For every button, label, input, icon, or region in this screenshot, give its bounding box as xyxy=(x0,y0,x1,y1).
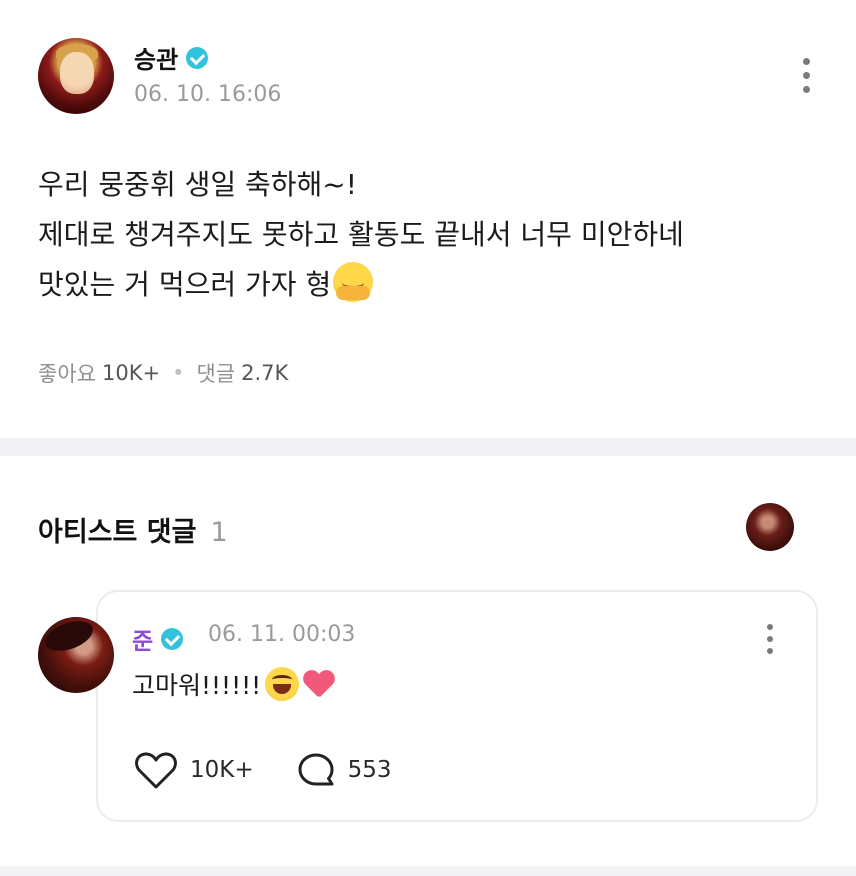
stats-separator: • xyxy=(172,361,185,385)
post-body: 우리 뭉중휘 생일 축하해~! 제대로 챙겨주지도 못하고 활동도 끝내서 너무… xyxy=(38,160,684,310)
post-more-icon[interactable] xyxy=(801,58,811,93)
comment-author-avatar[interactable] xyxy=(38,617,114,693)
comment-like-count: 10K+ xyxy=(190,757,254,783)
comment-reply-count: 553 xyxy=(347,757,392,783)
post-author[interactable]: 승관 xyxy=(134,40,209,75)
post-line-with-emoji: 맛있는 거 먹으러 가자 형 xyxy=(38,260,684,310)
post-author-name[interactable]: 승관 xyxy=(134,40,178,75)
avatar-hair xyxy=(41,617,97,657)
artist-comments-header: 아티스트 댓글 1 xyxy=(38,510,228,549)
section-divider xyxy=(0,438,856,456)
comment-author-name[interactable]: 준 xyxy=(132,622,153,656)
artist-comments-title: 아티스트 댓글 xyxy=(38,517,197,548)
verified-badge-icon xyxy=(161,628,184,650)
comments-label[interactable]: 댓글 xyxy=(196,358,235,388)
avatar-face xyxy=(60,52,94,94)
post-card: 승관 06. 10. 16:06 우리 뭉중휘 생일 축하해~! 제대로 챙겨주… xyxy=(0,0,856,438)
comment-actions: 10K+ 553 xyxy=(134,750,392,790)
comment-timestamp: 06. 11. 00:03 xyxy=(208,622,356,647)
artist-comments-count: 1 xyxy=(210,517,228,548)
post-line: 우리 뭉중휘 생일 축하해~! xyxy=(38,168,357,201)
grinning-squinting-emoji-icon xyxy=(265,667,300,701)
likes-count: 10K+ xyxy=(101,361,161,385)
post-line: 제대로 챙겨주지도 못하고 활동도 끝내서 너무 미안하네 xyxy=(38,218,684,251)
hugging-face-emoji-icon xyxy=(333,262,374,302)
like-button[interactable]: 10K+ xyxy=(134,750,254,790)
pink-heart-emoji-icon xyxy=(303,669,335,699)
heart-icon[interactable] xyxy=(134,750,178,790)
post-stats: 좋아요 10K+ • 댓글 2.7K xyxy=(38,358,288,388)
comments-count[interactable]: 2.7K xyxy=(241,361,288,385)
comment-text-body: 고마워!!!!!! xyxy=(132,671,262,700)
post-line: 맛있는 거 먹으러 가자 형 xyxy=(38,268,332,301)
comment-text: 고마워!!!!!! xyxy=(132,666,335,702)
comment-author[interactable]: 준 xyxy=(132,622,184,656)
reply-bubble-icon[interactable] xyxy=(296,750,336,790)
verified-badge-icon xyxy=(186,46,209,69)
likes-label: 좋아요 xyxy=(38,362,96,386)
author-avatar[interactable] xyxy=(38,38,114,114)
artist-avatar-small[interactable] xyxy=(746,503,794,551)
bottom-divider xyxy=(0,866,856,876)
reply-button[interactable]: 553 xyxy=(296,750,392,790)
post-timestamp: 06. 10. 16:06 xyxy=(134,82,282,107)
comment-more-icon[interactable] xyxy=(765,624,775,654)
